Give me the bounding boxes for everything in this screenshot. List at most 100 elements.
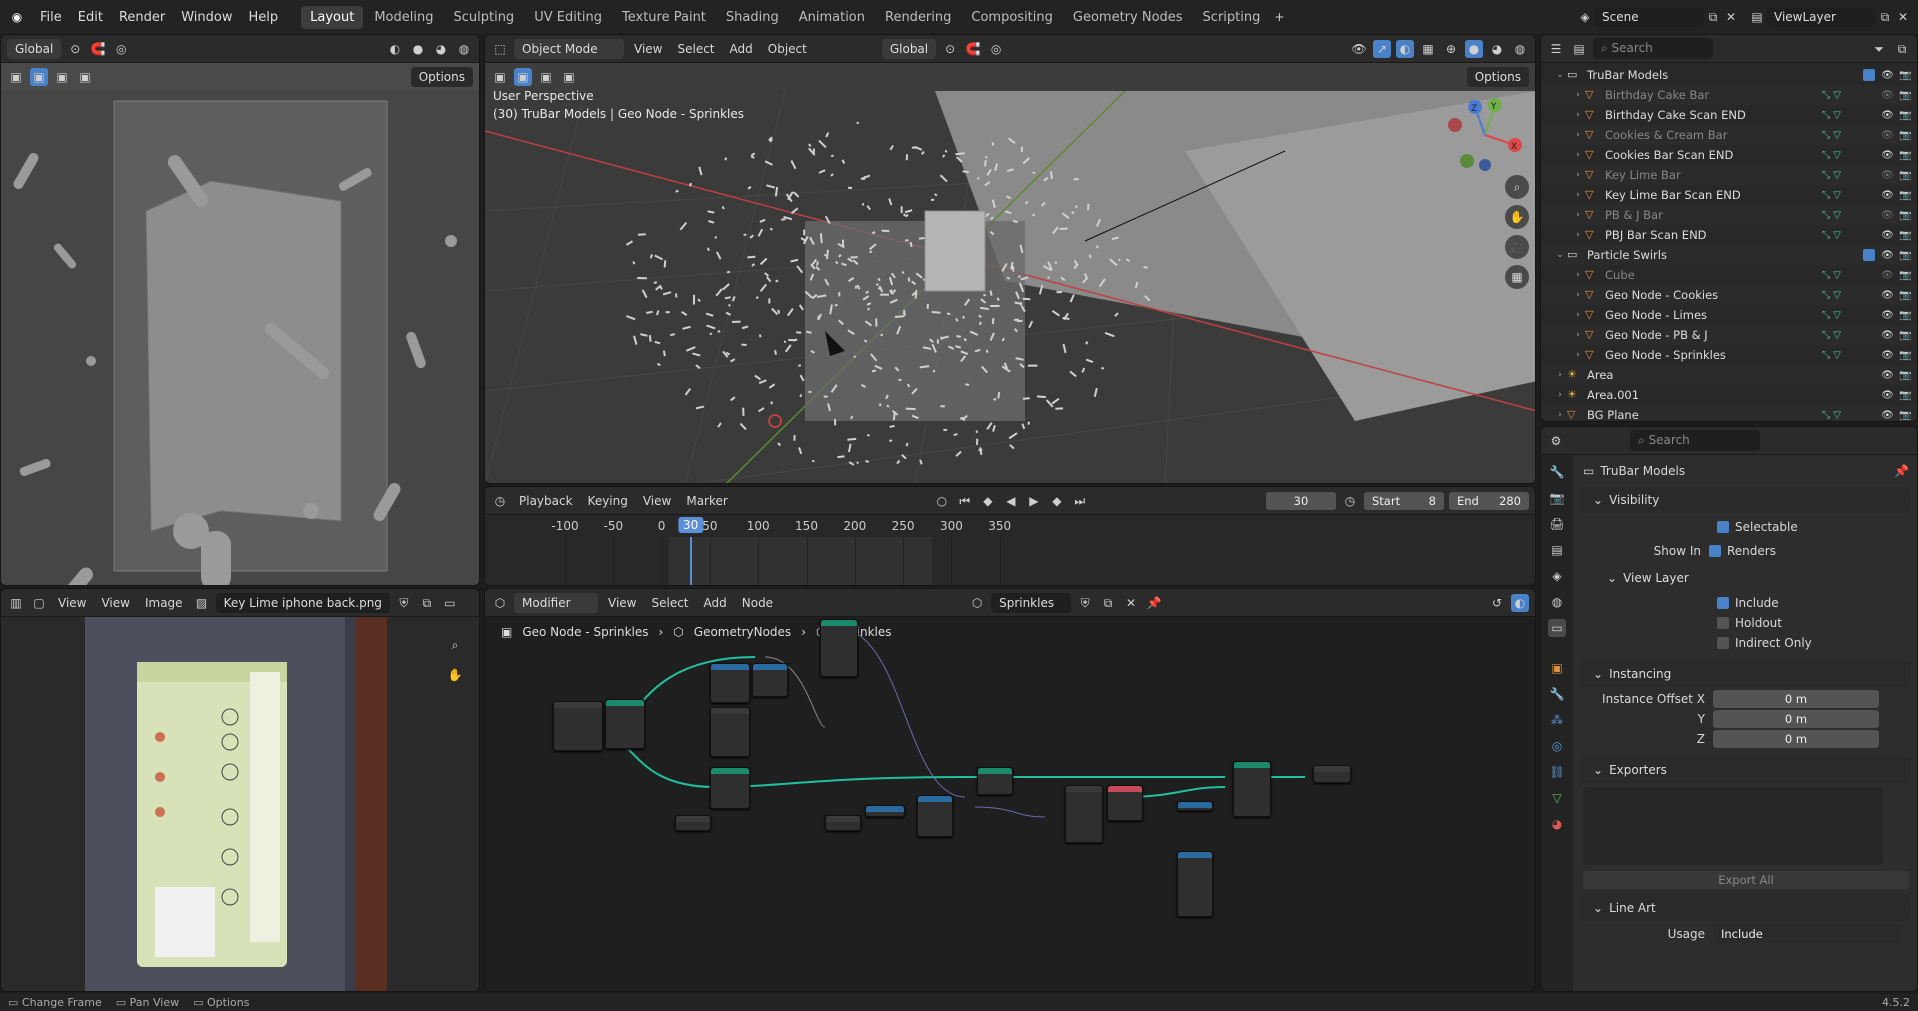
main-select-tool-icon[interactable]: ▣ [491,68,509,86]
outliner-row[interactable]: › ▽ Key Lime Bar ⤡ ▽ 👁 📷 [1541,165,1917,185]
render-camera-icon[interactable]: 📷 [1899,70,1917,81]
outliner-row[interactable]: › ▽ BG Plane ⤡ ▽ 👁 📷 [1541,405,1917,421]
main-3d-viewport[interactable]: ⬚ Object Mode View Select Add Object Glo… [484,34,1536,484]
outliner-row[interactable]: › ▽ Geo Node - Limes ⤡ ▽ 👁 📷 [1541,305,1917,325]
collection-tab-icon[interactable]: ▭ [1548,619,1566,637]
current-frame-field[interactable]: 30 [1266,491,1336,510]
transform-orientation-dropdown[interactable]: Global [7,38,62,59]
main-options-button[interactable]: Options [1466,67,1529,87]
outliner-search[interactable]: ⌕ Search [1593,38,1713,59]
left-options-button[interactable]: Options [410,67,473,87]
timeline-editor[interactable]: ◷ Playback Keying View Marker ○ ⏮ ◆ ◀ ▶ … [484,486,1536,586]
render-camera-icon[interactable]: 📷 [1899,410,1917,421]
image-browse-icon[interactable]: ▨ [193,594,211,612]
node-tree-name-field[interactable]: Sprinkles [991,592,1072,613]
outliner-row[interactable]: › ▽ Birthday Cake Scan END ⤡ ▽ 👁 📷 [1541,105,1917,125]
solid-icon[interactable]: ● [1465,39,1483,58]
line-art-panel-header[interactable]: ⌄ Line Art [1581,895,1911,921]
visibility-eye-icon[interactable]: 👁 [1881,190,1899,201]
expand-arrow-icon[interactable]: › [1571,230,1585,240]
pin-icon[interactable]: 📌 [1894,464,1909,478]
node-random-value-b[interactable] [917,795,953,837]
node-group-input-e[interactable] [1065,785,1103,843]
image-zoom-icon[interactable]: ⌕ [443,633,467,657]
export-all-button[interactable]: Export All [1583,871,1909,889]
visibility-panel-header[interactable]: ⌄ Visibility [1581,487,1911,513]
material-tab-icon[interactable]: ◕ [1548,815,1566,833]
render-camera-icon[interactable]: 📷 [1899,150,1917,161]
workspace-tab-shading[interactable]: Shading [717,6,788,29]
node-collection-info[interactable] [1107,785,1143,821]
blender-logo-icon[interactable]: ◉ [8,8,26,26]
material-preview-icon[interactable]: ◕ [1488,40,1506,58]
main-select-extend-icon[interactable]: ▣ [537,68,555,86]
render-camera-icon[interactable]: 📷 [1899,290,1917,301]
workspace-tab-sculpting[interactable]: Sculpting [444,6,523,29]
select-subtract-icon[interactable]: ▣ [76,68,94,86]
playhead-frame-badge[interactable]: 30 [677,517,704,533]
node-group-input-b[interactable] [710,707,750,757]
holdout-checkbox[interactable] [1717,617,1729,629]
visibility-eye-icon[interactable]: 👁 [1881,110,1899,121]
workspace-tab-compositing[interactable]: Compositing [962,6,1062,29]
visibility-eye-icon[interactable]: 👁 [1881,290,1899,301]
delete-scene-icon[interactable]: ✕ [1722,8,1740,26]
view-layer-panel-header[interactable]: ⌄ View Layer [1595,565,1911,591]
outliner[interactable]: ☰ ▤ ⌕ Search ⏷ ⧉ ⌄ ▭ TruBar Models 👁 📷 › ▽ Birt… [1540,34,1918,422]
new-scene-icon[interactable]: ⧉ [1704,8,1722,26]
outliner-row[interactable]: › ▽ Cookies & Cream Bar ⤡ ▽ 👁 📷 [1541,125,1917,145]
ortho-grid-icon[interactable]: ▦ [1505,265,1529,289]
modifier-tab-icon[interactable]: 🔧 [1548,685,1566,703]
node-multiply[interactable] [865,805,905,817]
render-camera-icon[interactable]: 📷 [1899,90,1917,101]
workspace-tab-animation[interactable]: Animation [790,6,874,29]
constraints-tab-icon[interactable]: ⛓ [1548,763,1566,781]
gizmo-icon[interactable]: ↗ [1373,39,1391,58]
timeline-menu-view[interactable]: View [638,494,676,508]
visibility-eye-icon[interactable]: 👁 [1881,130,1899,141]
visibility-eye-icon[interactable]: 👁 [1881,250,1899,261]
exporters-list[interactable] [1583,787,1883,865]
outliner-row[interactable]: › ▽ Birthday Cake Bar ⤡ ▽ 👁 📷 [1541,85,1917,105]
selectable-checkbox[interactable] [1717,521,1729,533]
node-set-position[interactable] [977,767,1013,795]
outliner-row[interactable]: › ▽ Cookies Bar Scan END ⤡ ▽ 👁 📷 [1541,145,1917,165]
visibility-eye-icon[interactable]: 👁 [1881,230,1899,241]
image-editor-type-icon[interactable]: ▥ [7,594,25,612]
node-menu-add[interactable]: Add [699,596,732,610]
render-camera-icon[interactable]: 📷 [1899,250,1917,261]
timeline-menu-keying[interactable]: Keying [583,494,633,508]
node-snap-icon[interactable]: ↺ [1488,594,1506,612]
particles-tab-icon[interactable]: ⁂ [1548,711,1566,729]
object-tab-icon[interactable]: ▣ [1548,659,1566,677]
visibility-eye-icon[interactable]: 👁 [1881,70,1899,81]
expand-arrow-icon[interactable]: › [1571,330,1585,340]
node-instance-on-points-b[interactable] [1233,761,1271,817]
instancing-panel-header[interactable]: ⌄ Instancing [1581,661,1911,687]
visibility-icon[interactable]: 👁 [1350,40,1368,58]
outliner-row[interactable]: › ▽ Key Lime Bar Scan END ⤡ ▽ 👁 📷 [1541,185,1917,205]
image-new-icon[interactable]: ⧉ [418,594,436,612]
node-tree-copy-icon[interactable]: ⧉ [1099,594,1117,612]
render-camera-icon[interactable]: 📷 [1899,370,1917,381]
main-select-subtract-icon[interactable]: ▣ [560,68,578,86]
node-tree-fake-user-icon[interactable]: ⛨ [1076,594,1094,612]
renders-checkbox[interactable] [1709,545,1721,557]
usage-dropdown[interactable]: Include [1713,925,1899,943]
snap-icon[interactable]: 🧲 [89,40,107,58]
next-key-icon[interactable]: ◆ [1048,492,1066,510]
menu-render[interactable]: Render [111,10,173,25]
view-layer-tab-icon[interactable]: ▤ [1548,541,1566,559]
render-camera-icon[interactable]: 📷 [1899,170,1917,181]
select-box-icon[interactable]: ▣ [30,68,48,86]
scene-tab-icon[interactable]: ◈ [1548,567,1566,585]
jump-end-icon[interactable]: ⏭ [1071,492,1089,510]
tool-tab-icon[interactable]: 🔧 [1548,463,1566,481]
include-checkbox[interactable] [1717,597,1729,609]
expand-arrow-icon[interactable]: › [1553,390,1567,400]
render-camera-icon[interactable]: 📷 [1899,390,1917,401]
node-menu-view[interactable]: View [603,596,641,610]
outliner-row[interactable]: › ☀ Area.001 👁 📷 [1541,385,1917,405]
expand-arrow-icon[interactable]: › [1571,210,1585,220]
visibility-eye-icon[interactable]: 👁 [1881,310,1899,321]
